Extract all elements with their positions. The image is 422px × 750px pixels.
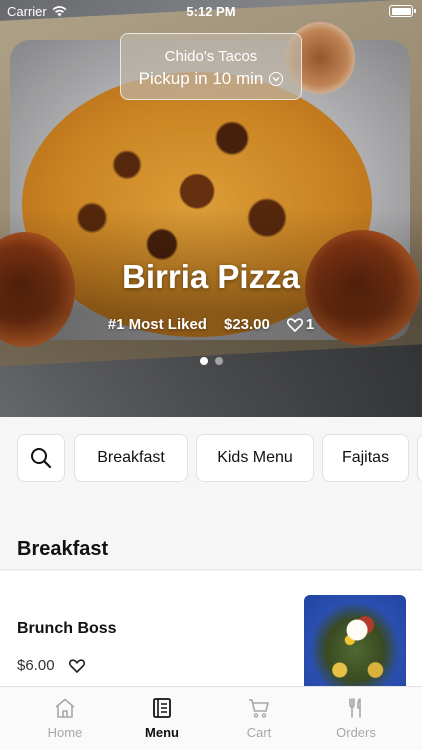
tab-bar: Home Menu Cart Orders: [0, 686, 422, 750]
menu-book-icon: [153, 698, 171, 718]
tab-cart[interactable]: Cart: [209, 697, 309, 740]
battery-icon: [389, 5, 416, 17]
section-title: Breakfast: [17, 538, 109, 560]
like-count-value: 1: [305, 316, 315, 333]
menu-item[interactable]: Brunch Boss $6.00: [0, 571, 422, 696]
featured-item-price: $23.00: [223, 316, 270, 333]
tab-label: Orders: [336, 725, 376, 740]
search-button[interactable]: [17, 434, 65, 482]
category-chip-kids-menu[interactable]: Kids Menu: [196, 434, 314, 482]
heart-icon: [286, 317, 303, 332]
tab-orders[interactable]: Orders: [306, 697, 406, 740]
status-bar: Carrier 5:12 PM: [0, 0, 422, 22]
category-bar[interactable]: Breakfast Kids Menu Fajitas: [0, 417, 422, 502]
tab-label: Cart: [246, 725, 272, 740]
heart-icon[interactable]: [68, 658, 85, 673]
menu-item-name: Brunch Boss: [17, 620, 117, 637]
featured-item-meta: #1 Most Liked $23.00 1: [0, 316, 422, 333]
like-count[interactable]: 1: [286, 316, 315, 333]
carousel-dot-2[interactable]: [214, 357, 223, 365]
most-liked-badge: #1 Most Liked: [107, 316, 207, 333]
carousel-dot-1[interactable]: [199, 357, 208, 365]
pickup-time: Pickup in 10 min: [138, 69, 264, 88]
tab-label: Menu: [145, 725, 179, 740]
section-header: Breakfast: [0, 520, 422, 570]
menu-item-photo: [304, 595, 406, 695]
store-name: Chido's Tacos: [164, 48, 258, 65]
store-pickup-selector[interactable]: Chido's Tacos Pickup in 10 min: [120, 33, 302, 100]
tab-menu[interactable]: Menu: [112, 697, 212, 740]
tab-label: Home: [47, 725, 83, 740]
cart-icon: [249, 699, 269, 718]
house-icon: [55, 698, 75, 718]
search-icon: [31, 448, 52, 469]
category-chip-breakfast[interactable]: Breakfast: [74, 434, 188, 482]
category-chip-next[interactable]: [417, 434, 422, 482]
fork-knife-icon: [349, 698, 361, 718]
menu-item-price: $6.00: [17, 657, 55, 674]
category-chip-fajitas[interactable]: Fajitas: [322, 434, 409, 482]
tab-home[interactable]: Home: [15, 697, 115, 740]
clock: 5:12 PM: [186, 4, 236, 19]
featured-item-title: Birria Pizza: [122, 258, 300, 295]
chevron-down-icon: [269, 72, 284, 86]
carousel-page-indicator[interactable]: [0, 357, 422, 365]
